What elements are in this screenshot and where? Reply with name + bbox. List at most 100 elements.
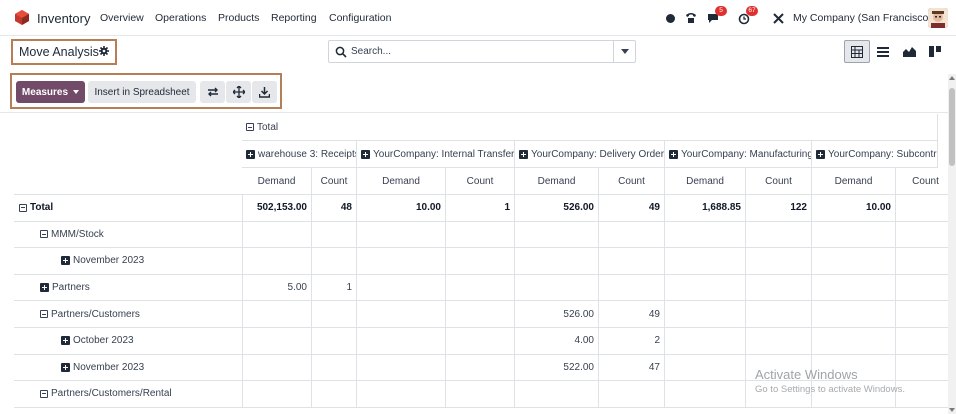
- pivot-cell[interactable]: 1: [312, 274, 357, 302]
- pivot-cell[interactable]: [665, 354, 746, 382]
- measure-header-count[interactable]: Count: [599, 168, 665, 195]
- download-button[interactable]: [252, 81, 277, 103]
- measure-header-count[interactable]: Count: [446, 168, 515, 195]
- pivot-cell[interactable]: [312, 301, 357, 328]
- pivot-cell[interactable]: [357, 328, 446, 355]
- column-header-group[interactable]: YourCompany: Delivery Orders: [515, 141, 665, 168]
- pivot-cell[interactable]: [896, 195, 956, 222]
- measure-header-count[interactable]: Count: [896, 168, 956, 195]
- pivot-cell[interactable]: [665, 274, 746, 302]
- pivot-cell[interactable]: [446, 274, 515, 302]
- pivot-cell[interactable]: [242, 381, 312, 408]
- inventory-app-icon[interactable]: [15, 10, 29, 25]
- pivot-cell[interactable]: [357, 301, 446, 328]
- pivot-cell[interactable]: [357, 221, 446, 249]
- column-header-group[interactable]: warehouse 3: Receipts: [242, 141, 357, 168]
- row-header[interactable]: November 2023: [14, 248, 243, 275]
- column-header-group[interactable]: YourCompany: Subcontra: [812, 141, 938, 168]
- pivot-cell[interactable]: [746, 274, 812, 302]
- scroll-down-arrow-icon[interactable]: [949, 408, 955, 412]
- pivot-cell[interactable]: [896, 248, 956, 275]
- pivot-cell[interactable]: 48: [312, 195, 357, 222]
- menu-operations[interactable]: Operations: [155, 12, 206, 24]
- pivot-cell[interactable]: 10.00: [357, 195, 446, 222]
- status-dot-icon[interactable]: [662, 10, 678, 26]
- vertical-scrollbar[interactable]: [948, 74, 956, 414]
- measure-header-demand[interactable]: Demand: [242, 168, 312, 195]
- expand-all-button[interactable]: [226, 81, 251, 103]
- pivot-cell[interactable]: [312, 381, 357, 408]
- graph-view-button[interactable]: [896, 40, 922, 63]
- pivot-cell[interactable]: [896, 221, 956, 249]
- measure-header-demand[interactable]: Demand: [515, 168, 599, 195]
- pivot-cell[interactable]: 522.00: [515, 354, 599, 382]
- pivot-cell[interactable]: [665, 221, 746, 249]
- pivot-cell[interactable]: [446, 381, 515, 408]
- gear-icon[interactable]: [99, 46, 109, 56]
- kanban-view-button[interactable]: [922, 40, 948, 63]
- pivot-cell[interactable]: 49: [599, 301, 665, 328]
- pivot-cell[interactable]: [312, 328, 357, 355]
- pivot-cell[interactable]: [896, 354, 956, 382]
- pivot-cell[interactable]: [812, 221, 896, 249]
- user-avatar[interactable]: [928, 8, 948, 28]
- pivot-cell[interactable]: [599, 274, 665, 302]
- pivot-cell[interactable]: [446, 248, 515, 275]
- pivot-cell[interactable]: [515, 248, 599, 275]
- menu-products[interactable]: Products: [218, 12, 259, 24]
- column-header-group[interactable]: YourCompany: Internal Transfers: [357, 141, 515, 168]
- search-options-toggle[interactable]: [613, 41, 635, 62]
- pivot-cell[interactable]: [665, 248, 746, 275]
- row-header[interactable]: Partners: [14, 274, 243, 302]
- pivot-cell[interactable]: 502,153.00: [242, 195, 312, 222]
- pivot-cell[interactable]: [665, 328, 746, 355]
- pivot-cell[interactable]: [746, 328, 812, 355]
- menu-overview[interactable]: Overview: [100, 12, 144, 24]
- pivot-cell[interactable]: [515, 381, 599, 408]
- pivot-cell[interactable]: [746, 248, 812, 275]
- measure-header-demand[interactable]: Demand: [665, 168, 746, 195]
- pivot-cell[interactable]: [665, 381, 746, 408]
- pivot-cell[interactable]: [665, 301, 746, 328]
- measures-button[interactable]: Measures: [16, 81, 85, 103]
- pivot-cell[interactable]: [357, 381, 446, 408]
- pivot-cell[interactable]: [896, 274, 956, 302]
- row-header[interactable]: MMM/Stock: [14, 221, 243, 249]
- pivot-cell[interactable]: [599, 248, 665, 275]
- pivot-cell[interactable]: [242, 328, 312, 355]
- pivot-cell[interactable]: [746, 301, 812, 328]
- column-header-total[interactable]: Total: [242, 114, 938, 141]
- row-header[interactable]: Partners/Customers: [14, 301, 243, 328]
- debug-tools-icon[interactable]: [770, 10, 786, 26]
- menu-reporting[interactable]: Reporting: [271, 12, 317, 24]
- row-header[interactable]: Total: [14, 195, 243, 222]
- row-header[interactable]: November 2023: [14, 354, 243, 382]
- scroll-up-arrow-icon[interactable]: [949, 76, 955, 80]
- pivot-cell[interactable]: [446, 221, 515, 249]
- pivot-cell[interactable]: [599, 221, 665, 249]
- app-name[interactable]: Inventory: [37, 11, 90, 26]
- pivot-cell[interactable]: [242, 248, 312, 275]
- pivot-cell[interactable]: [896, 301, 956, 328]
- company-switcher[interactable]: My Company (San Francisco): [793, 12, 932, 24]
- pivot-cell[interactable]: 1,688.85: [665, 195, 746, 222]
- pivot-cell[interactable]: [312, 221, 357, 249]
- column-header-group[interactable]: YourCompany: Manufacturing: [665, 141, 812, 168]
- pivot-cell[interactable]: 122: [746, 195, 812, 222]
- pivot-cell[interactable]: 1: [446, 195, 515, 222]
- pivot-cell[interactable]: [357, 274, 446, 302]
- pivot-view-button[interactable]: [844, 40, 870, 63]
- messages-icon[interactable]: 5: [706, 6, 727, 26]
- pivot-cell[interactable]: [446, 328, 515, 355]
- pivot-cell[interactable]: 526.00: [515, 195, 599, 222]
- scrollbar-thumb[interactable]: [949, 88, 955, 166]
- pivot-cell[interactable]: [242, 354, 312, 382]
- activities-icon[interactable]: 67: [737, 6, 758, 26]
- pivot-cell[interactable]: [896, 328, 956, 355]
- pivot-cell[interactable]: [515, 221, 599, 249]
- measure-header-demand[interactable]: Demand: [357, 168, 446, 195]
- pivot-cell[interactable]: [812, 274, 896, 302]
- pivot-cell[interactable]: [896, 381, 956, 408]
- insert-spreadsheet-button[interactable]: Insert in Spreadsheet: [88, 81, 196, 103]
- phone-icon[interactable]: [683, 10, 699, 26]
